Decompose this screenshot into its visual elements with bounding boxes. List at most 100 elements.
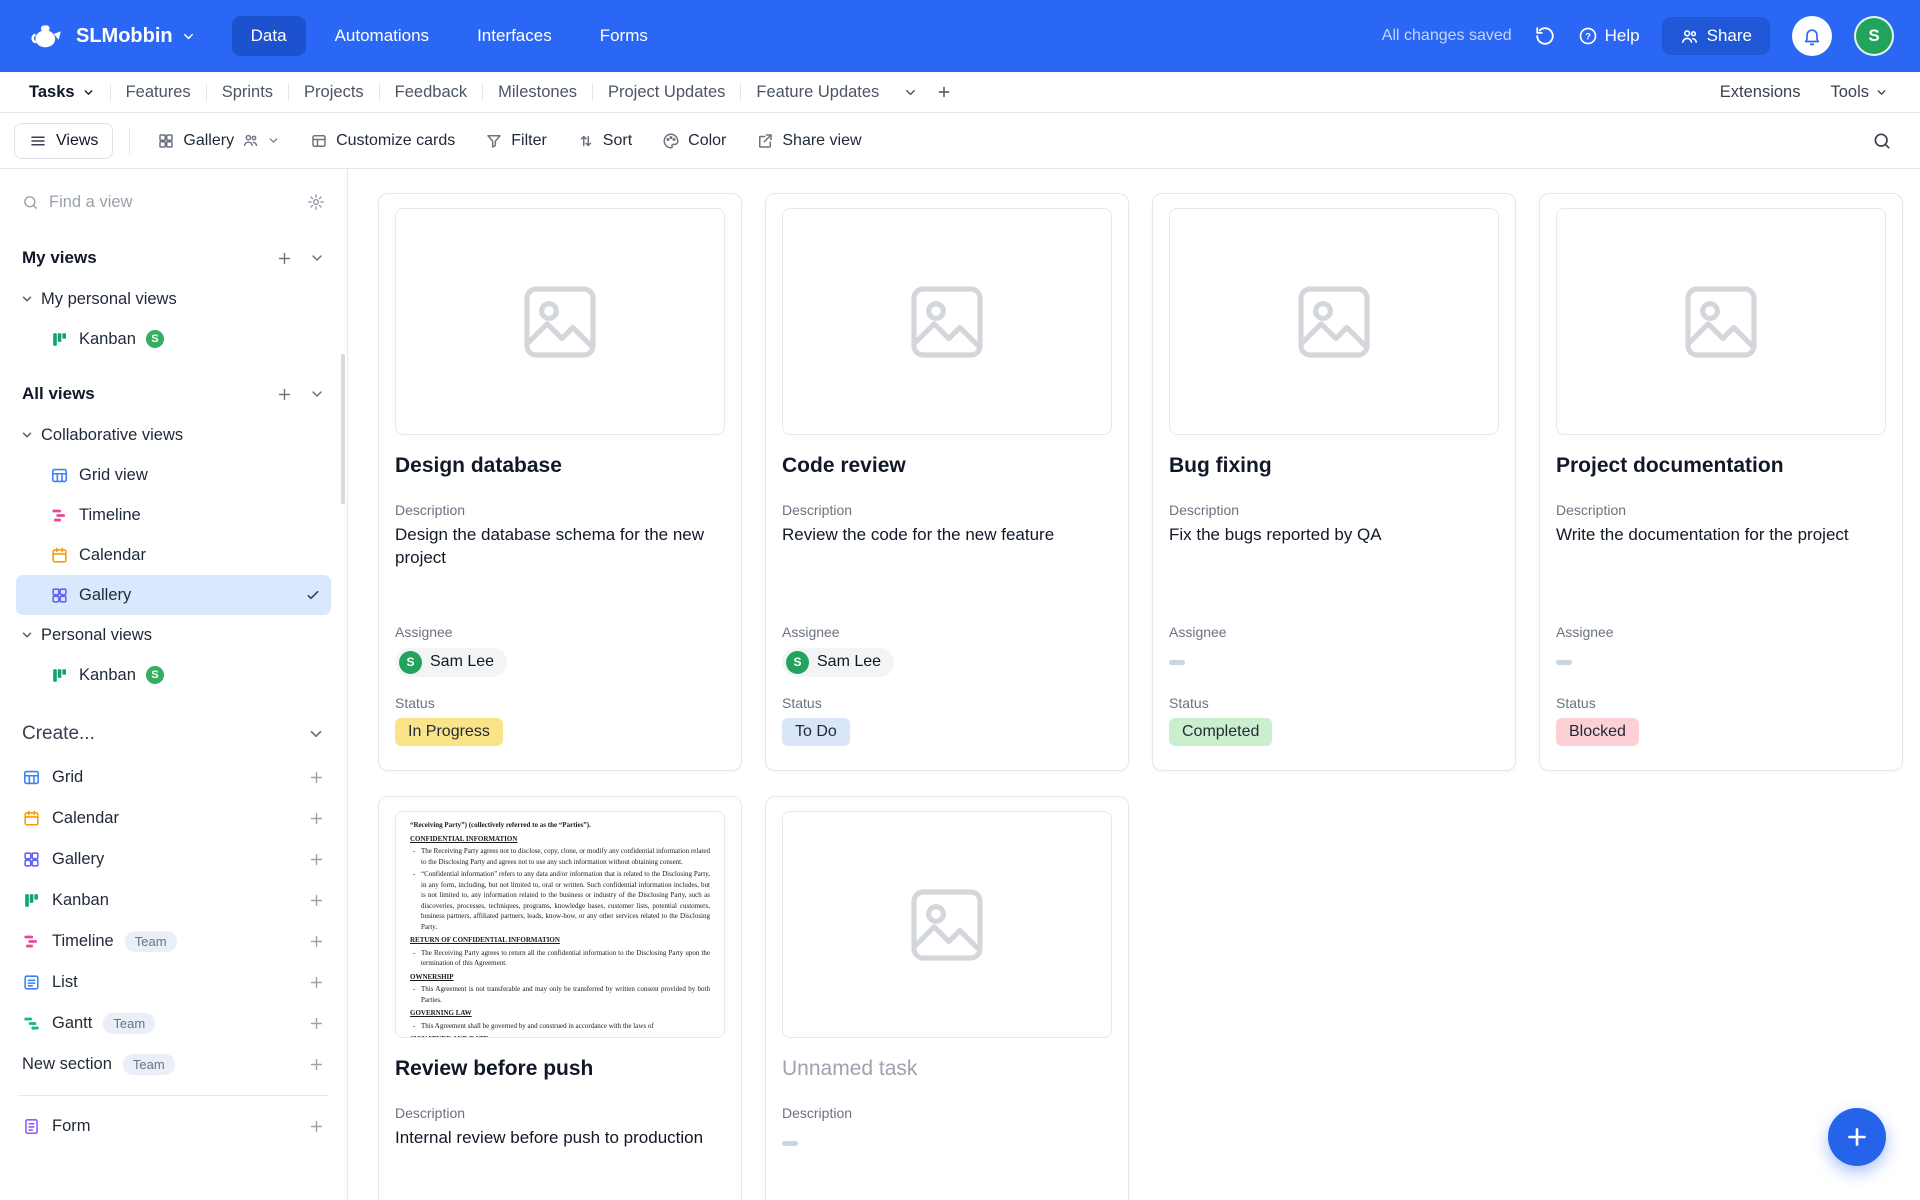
plus-icon[interactable] [308,1118,325,1135]
table-tab-project-updates[interactable]: Project Updates [593,72,740,112]
create-new-section[interactable]: New section Team [16,1044,331,1085]
doc-paragraph: This Agreement is not transferable and m… [410,984,710,1005]
chevron-down-icon[interactable] [309,386,325,402]
tools-button[interactable]: Tools [1818,77,1900,108]
nav-interfaces[interactable]: Interfaces [458,16,571,56]
views-button[interactable]: Views [14,123,113,159]
color-button[interactable]: Color [651,124,737,158]
status-badge[interactable]: To Do [782,718,850,746]
view-item-gallery[interactable]: Gallery [16,575,331,615]
app-root: SLMobbin Data Automations Interfaces For… [0,0,1920,1200]
add-view-icon[interactable] [276,250,293,267]
empty-value-dash [1556,660,1572,665]
card-code-review[interactable]: Code review Description Review the code … [765,193,1129,771]
nav-data[interactable]: Data [232,16,306,56]
timeline-icon [22,932,41,951]
doc-heading: SIGNATURE AND DATE [410,1034,710,1038]
app-logo-icon[interactable] [26,16,66,56]
history-button[interactable] [1534,25,1556,47]
chevron-down-icon[interactable] [309,250,325,266]
workspace-switcher[interactable]: SLMobbin [76,25,196,48]
plus-icon[interactable] [308,933,325,950]
create-gantt[interactable]: Gantt Team [16,1003,331,1044]
customize-cards-button[interactable]: Customize cards [299,124,466,158]
share-view-button[interactable]: Share view [745,124,872,158]
user-avatar[interactable]: S [1854,16,1894,56]
create-header[interactable]: Create... [16,711,331,757]
card-title: Unnamed task [782,1057,1112,1081]
status-badge[interactable]: In Progress [395,718,503,746]
card-project-documentation[interactable]: Project documentation Description Write … [1539,193,1903,771]
view-item-timeline[interactable]: Timeline [16,495,331,535]
share-people-icon [1680,27,1699,46]
sort-button[interactable]: Sort [566,124,643,158]
card-review-before-push[interactable]: “Receiving Party”) (collectively referre… [378,796,742,1200]
group-personal-views[interactable]: Personal views [16,615,331,655]
view-item-kanban-personal-2[interactable]: Kanban S [16,655,331,695]
card-unnamed-task[interactable]: Unnamed task Description [765,796,1129,1200]
card-image-placeholder [782,208,1112,435]
field-label-status: Status [1169,695,1499,711]
notifications-button[interactable] [1792,16,1832,56]
collaborators-icon [242,132,259,149]
group-collaborative-views[interactable]: Collaborative views [16,415,331,455]
table-tab-tasks[interactable]: Tasks [14,72,110,112]
tabs-overflow-button[interactable] [894,72,927,112]
view-switcher[interactable]: Gallery [146,124,291,158]
nav-automations[interactable]: Automations [316,16,449,56]
group-my-personal-views[interactable]: My personal views [16,279,331,319]
table-tab-sprints[interactable]: Sprints [207,72,288,112]
view-item-grid-view[interactable]: Grid view [16,455,331,495]
description-value: Internal review before push to productio… [395,1127,725,1200]
create-list[interactable]: List [16,962,331,1003]
find-view-input[interactable] [49,193,297,212]
share-button[interactable]: Share [1662,17,1770,55]
status-badge[interactable]: Completed [1169,718,1272,746]
add-table-button[interactable] [927,72,961,112]
views-label: Views [56,132,98,150]
table-tab-feature-updates[interactable]: Feature Updates [741,72,894,112]
check-icon [305,587,321,603]
card-design-database[interactable]: Design database Description Design the d… [378,193,742,771]
doc-paragraph: The Receiving Party agrees not to disclo… [410,846,710,867]
create-gallery[interactable]: Gallery [16,839,331,880]
create-form[interactable]: Form [16,1106,331,1147]
card-bug-fixing[interactable]: Bug fixing Description Fix the bugs repo… [1152,193,1516,771]
view-item-kanban-personal[interactable]: Kanban S [16,319,331,359]
view-item-calendar[interactable]: Calendar [16,535,331,575]
search-button[interactable] [1864,123,1900,159]
table-tab-milestones[interactable]: Milestones [483,72,592,112]
create-grid[interactable]: Grid [16,757,331,798]
assignee-chip[interactable]: S Sam Lee [782,648,894,677]
table-tab-features[interactable]: Features [111,72,206,112]
empty-value-dash [782,1141,798,1146]
create-calendar[interactable]: Calendar [16,798,331,839]
plus-icon[interactable] [308,892,325,909]
hamburger-icon [29,132,47,150]
plus-icon[interactable] [308,1056,325,1073]
create-item-label: List [52,973,78,992]
add-view-icon[interactable] [276,386,293,403]
chevron-down-icon [267,134,280,147]
help-button[interactable]: ? Help [1578,26,1640,46]
table-tab-feedback[interactable]: Feedback [380,72,482,112]
create-timeline[interactable]: Timeline Team [16,921,331,962]
status-badge[interactable]: Blocked [1556,718,1639,746]
extensions-button[interactable]: Extensions [1708,77,1813,108]
assignee-chip[interactable]: S Sam Lee [395,648,507,677]
plus-icon[interactable] [308,851,325,868]
filter-button[interactable]: Filter [474,124,558,158]
view-item-label: Gallery [79,586,131,605]
plus-icon[interactable] [308,810,325,827]
plus-icon[interactable] [308,769,325,786]
plus-icon[interactable] [308,974,325,991]
create-kanban[interactable]: Kanban [16,880,331,921]
table-tab-projects[interactable]: Projects [289,72,379,112]
plus-icon[interactable] [308,1015,325,1032]
sidebar-scrollbar[interactable] [341,354,345,504]
gear-icon[interactable] [307,193,325,211]
team-badge: Team [103,1013,155,1034]
topbar-right: All changes saved ? Help Share S [1382,16,1894,56]
add-record-fab[interactable] [1828,1108,1886,1166]
nav-forms[interactable]: Forms [581,16,667,56]
